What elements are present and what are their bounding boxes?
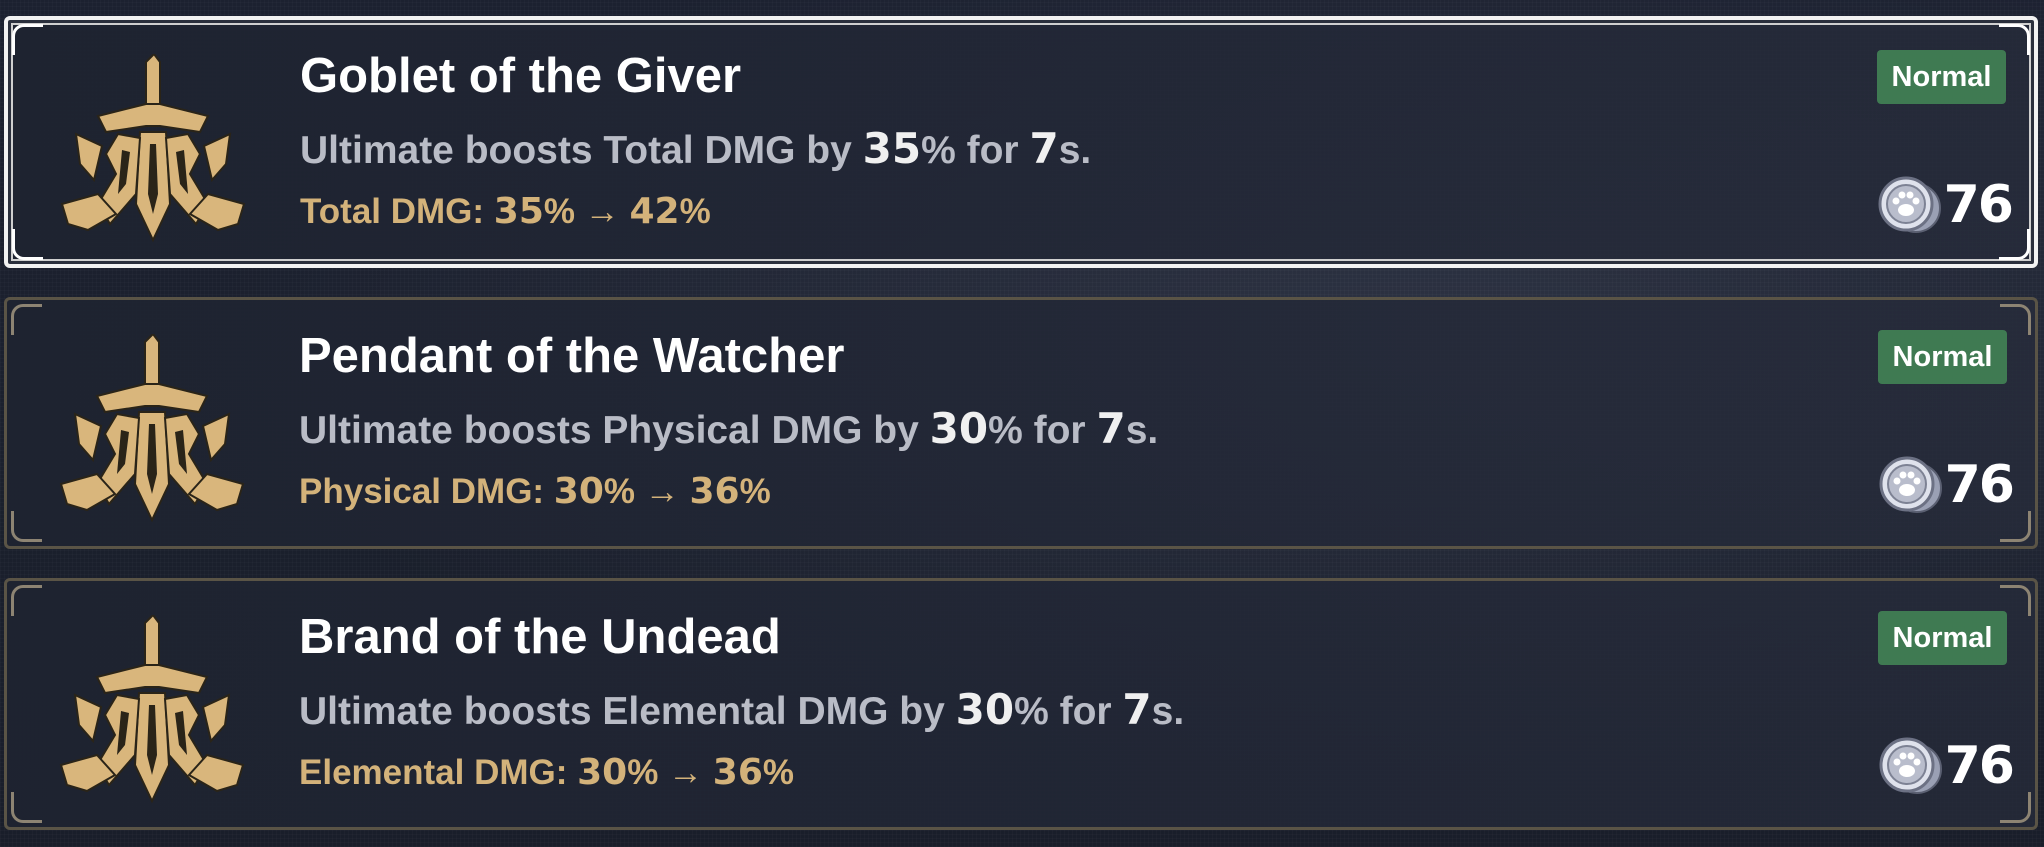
- stat-to-value: 36: [689, 471, 740, 512]
- relic-description: Ultimate boosts Elemental DMG by 30% for…: [299, 685, 1184, 734]
- stat-label: Physical DMG:: [299, 472, 554, 511]
- description-text: Ultimate boosts Physical DMG by: [299, 409, 930, 452]
- description-duration: 7: [1096, 404, 1126, 453]
- relic-cost: 76: [1876, 170, 2014, 240]
- card-corner-ornament: [11, 304, 42, 335]
- relic-title: Goblet of the Giver: [300, 49, 742, 103]
- description-text: % for: [921, 129, 1030, 172]
- sword-crest-emblem-icon: [59, 615, 245, 804]
- stat-to-value: 42: [629, 191, 680, 232]
- stat-arrow: % →: [603, 472, 690, 511]
- stat-from-value: 30: [577, 752, 628, 793]
- relic-description: Ultimate boosts Physical DMG by 30% for …: [299, 404, 1158, 453]
- stat-to-value: 36: [712, 752, 763, 793]
- cost-value: 76: [1944, 455, 2015, 515]
- relic-cost: 76: [1877, 731, 2015, 801]
- stat-unit: %: [679, 192, 711, 231]
- stat-unit: %: [739, 472, 771, 511]
- stat-unit: %: [762, 753, 795, 792]
- relic-description: Ultimate boosts Total DMG by 35% for 7s.: [300, 124, 1091, 173]
- card-corner-ornament: [11, 792, 42, 823]
- paw-coin-icon: [1878, 176, 1941, 233]
- stat-label: Elemental DMG:: [299, 753, 578, 792]
- relic-title: Brand of the Undead: [299, 610, 781, 664]
- cost-value: 76: [1943, 175, 2014, 235]
- rarity-badge: Normal: [1878, 611, 2007, 665]
- relic-cost: 76: [1877, 450, 2015, 520]
- relic-stat-upgrade: Physical DMG: 30% → 36%: [299, 471, 771, 512]
- relic-stat-upgrade: Elemental DMG: 30% → 36%: [299, 752, 794, 793]
- description-duration: 7: [1122, 685, 1152, 734]
- relic-card-pendant-of-the-watcher[interactable]: Pendant of the Watcher Ultimate boosts P…: [4, 297, 2038, 549]
- description-value: 30: [955, 685, 1015, 734]
- stat-from-value: 35: [493, 191, 544, 232]
- card-corner-ornament: [12, 229, 43, 260]
- rarity-badge: Normal: [1878, 330, 2007, 384]
- description-text: % for: [1014, 690, 1123, 733]
- cost-value: 76: [1944, 736, 2015, 796]
- stat-arrow: % →: [627, 753, 713, 792]
- stat-from-value: 30: [553, 471, 604, 512]
- paw-coin-icon: [1879, 737, 1942, 794]
- sword-crest-emblem-icon: [60, 54, 246, 243]
- description-text: Ultimate boosts Elemental DMG by: [299, 690, 956, 733]
- card-corner-ornament: [11, 585, 42, 616]
- description-text: s.: [1151, 690, 1185, 733]
- card-corner-ornament: [11, 511, 42, 542]
- sword-crest-emblem-icon: [59, 334, 245, 523]
- description-text: % for: [988, 409, 1097, 452]
- description-value: 35: [862, 124, 922, 173]
- relic-stat-upgrade: Total DMG: 35% → 42%: [300, 191, 711, 232]
- relic-card-goblet-of-the-giver[interactable]: Goblet of the Giver Ultimate boosts Tota…: [4, 16, 2038, 268]
- relic-selection-screen: Goblet of the Giver Ultimate boosts Tota…: [0, 0, 2044, 847]
- description-text: s.: [1058, 129, 1092, 172]
- relic-title: Pendant of the Watcher: [299, 329, 845, 383]
- stat-label: Total DMG:: [300, 192, 494, 231]
- stat-arrow: % →: [543, 192, 630, 231]
- description-duration: 7: [1029, 124, 1059, 173]
- relic-card-brand-of-the-undead[interactable]: Brand of the Undead Ultimate boosts Elem…: [4, 578, 2038, 830]
- description-text: Ultimate boosts Total DMG by: [300, 129, 863, 172]
- card-corner-ornament: [12, 24, 43, 55]
- rarity-badge: Normal: [1877, 50, 2006, 104]
- paw-coin-icon: [1879, 456, 1942, 513]
- description-value: 30: [929, 404, 989, 453]
- description-text: s.: [1125, 409, 1159, 452]
